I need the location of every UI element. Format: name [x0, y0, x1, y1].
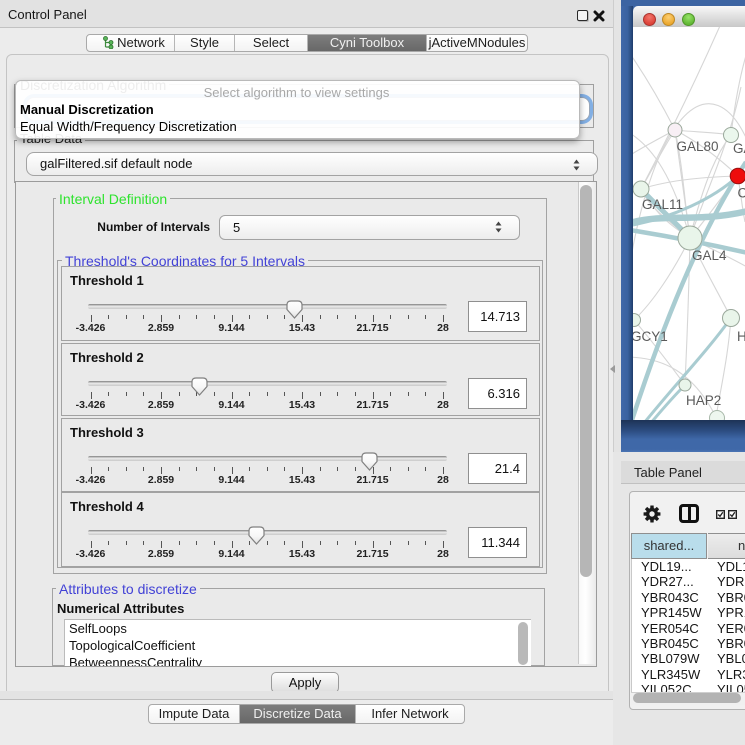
- svg-text:C: C: [738, 186, 745, 201]
- svg-text:GAL11: GAL11: [642, 197, 683, 212]
- svg-text:GAL4: GAL4: [692, 248, 727, 263]
- svg-text:GAL80: GAL80: [677, 139, 719, 154]
- svg-text:H: H: [737, 329, 745, 344]
- svg-text:HAP2: HAP2: [686, 393, 721, 408]
- svg-text:GCY1: GCY1: [633, 329, 668, 344]
- svg-text:GA: GA: [733, 141, 745, 156]
